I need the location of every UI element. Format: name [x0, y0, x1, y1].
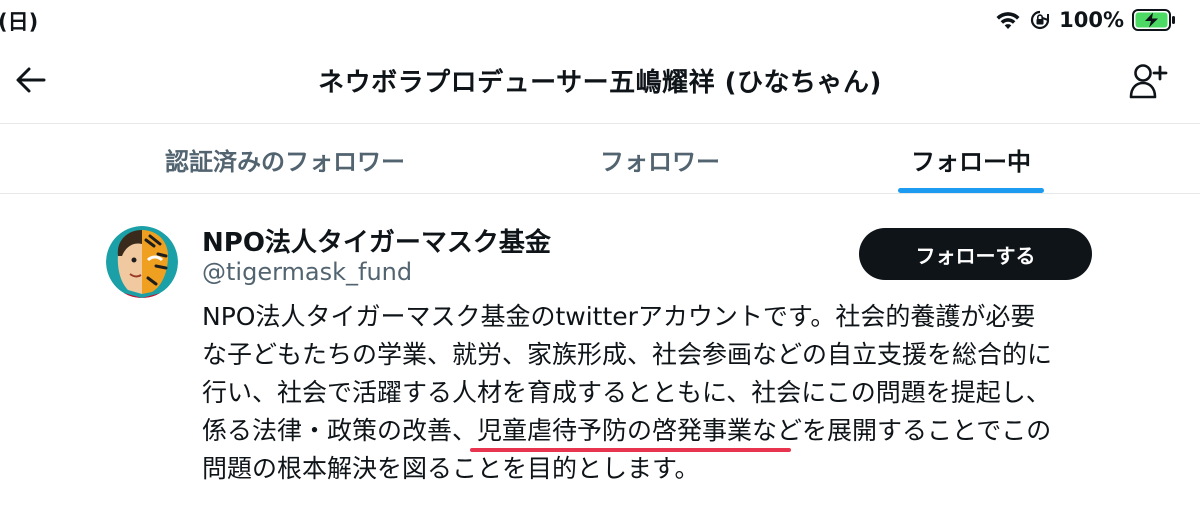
add-user-button[interactable]: [1128, 62, 1168, 100]
status-date: (日): [0, 10, 39, 34]
add-user-icon: [1129, 64, 1168, 99]
bio-line: 係る法律・政策の改善、児童虐待予防の啓発事業などを展開することでこの: [202, 416, 1052, 445]
tabs-divider: [0, 193, 1200, 194]
bio-line: 行い、社会で活躍する人材を育成するとともに、社会にこの問題を提起し、: [202, 378, 1051, 407]
battery-charging-icon: [1132, 9, 1175, 31]
status-indicators: 100%: [995, 6, 1176, 34]
orientation-lock-icon: [1031, 10, 1050, 30]
user-bio: NPO法人タイガーマスク基金のtwitterアカウントです。社会的養護が必要 な…: [202, 298, 1122, 488]
tab-bar: 認証済みのフォロワー フォロワー フォロー中: [0, 125, 1200, 193]
page-title: ネウボラプロデューサー五嶋耀祥 (ひなちゃん): [318, 68, 882, 98]
bio-line: 問題の根本解決を図ることを目的とします。: [202, 454, 700, 483]
wifi-icon: [996, 12, 1020, 29]
header-divider: [0, 123, 1200, 124]
highlight-underline-annotation: [470, 448, 791, 452]
bio-line: な子どもたちの学業、就労、家族形成、社会参画などの自立支援を総合的に: [202, 340, 1053, 369]
tiger-mask-avatar-image: [106, 226, 178, 298]
tab-following[interactable]: フォロー中: [880, 125, 1062, 193]
status-bar: (日) 100%: [0, 0, 1200, 40]
avatar[interactable]: [106, 226, 178, 298]
tab-followers[interactable]: フォロワー: [540, 125, 780, 193]
user-display-name[interactable]: NPO法人タイガーマスク基金: [202, 222, 551, 259]
follow-button[interactable]: フォローする: [859, 228, 1092, 280]
tab-verified-followers[interactable]: 認証済みのフォロワー: [110, 125, 460, 193]
user-handle[interactable]: @tigermask_fund: [202, 258, 412, 286]
navigation-header: ネウボラプロデューサー五嶋耀祥 (ひなちゃん): [0, 40, 1200, 124]
battery-percent: 100%: [1059, 8, 1124, 32]
bio-line: NPO法人タイガーマスク基金のtwitterアカウントです。社会的養護が必要: [202, 302, 1036, 331]
